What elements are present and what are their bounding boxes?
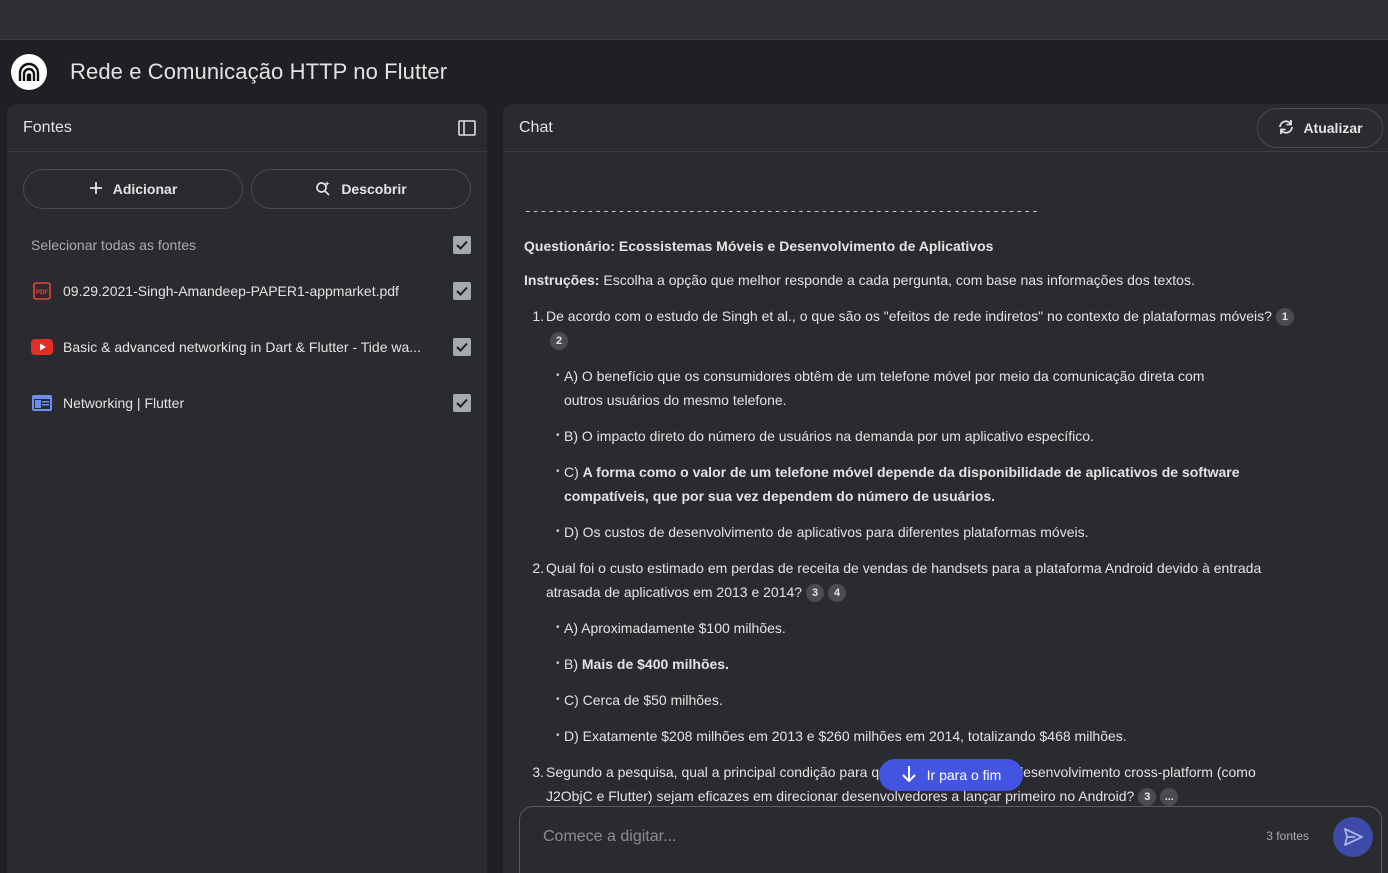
option-item: • B) Mais de $400 milhões. xyxy=(556,656,729,672)
option-text: A) O benefício que os consumidores obtêm… xyxy=(564,368,1205,408)
option-item: • B) O impacto direto do número de usuári… xyxy=(524,424,1304,448)
send-button[interactable] xyxy=(1333,817,1373,857)
option-item: • D) Exatamente $208 milhões em 2013 e $2… xyxy=(524,724,1304,748)
scroll-to-bottom-button[interactable]: Ir para o fim xyxy=(879,759,1023,791)
instructions-text: Escolha a opção que melhor responde a ca… xyxy=(599,272,1195,288)
add-source-button[interactable]: Adicionar xyxy=(23,169,243,209)
source-item[interactable]: Basic & advanced networking in Dart & Fl… xyxy=(31,338,471,356)
option-text: A) Aproximadamente $100 milhões. xyxy=(564,620,786,636)
citation-badge[interactable]: 4 xyxy=(828,584,847,603)
app-header: Rede e Comunicação HTTP no Flutter xyxy=(0,40,1388,104)
browser-top-strip xyxy=(0,0,1388,40)
select-all-checkbox[interactable] xyxy=(453,236,471,254)
chat-input-box[interactable]: Comece a digitar... 3 fontes xyxy=(519,806,1382,873)
add-source-label: Adicionar xyxy=(112,181,178,197)
source-checkbox[interactable] xyxy=(453,338,471,356)
instructions: Instruções: Escolha a opção que melhor r… xyxy=(524,268,1304,292)
question-item: 2. Qual foi o custo estimado em perdas d… xyxy=(524,556,1304,604)
scroll-to-bottom-label: Ir para o fim xyxy=(926,767,1002,783)
plus-icon xyxy=(89,181,103,198)
collapse-panel-icon[interactable] xyxy=(457,118,477,138)
discover-search-icon xyxy=(315,180,331,199)
option-item: • D) Os custos de desenvolvimento de apli… xyxy=(524,520,1304,544)
option-text: B) O impacto direto do número de usuário… xyxy=(564,428,1094,444)
separator-line: ----------------------------------------… xyxy=(524,204,1039,219)
citation-badge[interactable]: 2 xyxy=(550,332,568,351)
citation-badge[interactable]: 3 xyxy=(806,584,825,603)
sources-panel: Fontes Adicionar Descobrir Selecionar to… xyxy=(7,104,487,873)
option-text: D) Exatamente $208 milhões em 2013 e $26… xyxy=(564,728,1127,744)
citation-badge[interactable]: 1 xyxy=(1275,308,1294,327)
page-title: Rede e Comunicação HTTP no Flutter xyxy=(70,59,448,84)
question-item: 1. De acordo com o estudo de Singh et al… xyxy=(524,304,1304,352)
source-checkbox[interactable] xyxy=(453,282,471,300)
citation-more-badge[interactable]: ... xyxy=(1160,788,1179,807)
notebook-logo-icon[interactable] xyxy=(11,54,47,90)
source-item-label: Networking | Flutter xyxy=(63,395,185,411)
question-text: De acordo com o estudo de Singh et al., … xyxy=(546,308,1272,324)
refresh-label: Atualizar xyxy=(1303,120,1363,136)
option-text-correct: A forma como o valor de um telefone móve… xyxy=(564,464,1240,504)
source-item[interactable]: Networking | Flutter xyxy=(31,394,471,412)
instructions-label: Instruções: xyxy=(524,272,600,288)
sources-header: Fontes xyxy=(7,104,487,152)
web-icon xyxy=(31,394,53,412)
source-item-label: Basic & advanced networking in Dart & Fl… xyxy=(63,339,421,355)
sources-title: Fontes xyxy=(23,118,72,136)
source-checkbox[interactable] xyxy=(453,394,471,412)
option-item: • C) A forma como o valor de um telefone … xyxy=(556,464,1240,504)
source-item-label: 09.29.2021-Singh-Amandeep-PAPER1-appmark… xyxy=(63,283,399,299)
svg-text:PDF: PDF xyxy=(36,290,48,296)
chat-title: Chat xyxy=(519,118,553,136)
option-text: C) Cerca de $50 milhões. xyxy=(564,692,723,708)
option-item: • A) O benefício que os consumidores obtê… xyxy=(524,364,1304,412)
option-text: D) Os custos de desenvolvimento de aplic… xyxy=(564,524,1089,540)
chat-message: ----------------------------------------… xyxy=(524,200,1304,808)
arrow-down-icon xyxy=(901,765,917,786)
refresh-button[interactable]: Atualizar xyxy=(1257,108,1383,148)
select-all-label: Selecionar todas as fontes xyxy=(31,237,196,253)
question-number: 3. xyxy=(532,764,544,780)
youtube-icon xyxy=(31,338,53,356)
option-prefix: B) xyxy=(564,656,582,672)
option-text-correct: Mais de $400 milhões. xyxy=(581,656,729,672)
select-all-row[interactable]: Selecionar todas as fontes xyxy=(31,236,471,254)
discover-button[interactable]: Descobrir xyxy=(251,169,471,209)
chat-input-placeholder[interactable]: Comece a digitar... xyxy=(543,828,676,846)
source-count: 3 fontes xyxy=(1266,829,1309,843)
discover-label: Descobrir xyxy=(341,181,407,197)
question-number: 1. xyxy=(532,308,544,324)
question-number: 2. xyxy=(532,560,544,576)
send-icon xyxy=(1344,828,1363,846)
quiz-title: Questionário: Ecossistemas Móveis e Dese… xyxy=(524,238,994,254)
citation-badge[interactable]: 3 xyxy=(1138,788,1157,807)
chat-header: Chat Atualizar xyxy=(503,104,1388,152)
pdf-icon: PDF xyxy=(31,282,53,300)
option-item: • C) Cerca de $50 milhões. xyxy=(524,688,1304,712)
source-item[interactable]: PDF 09.29.2021-Singh-Amandeep-PAPER1-app… xyxy=(31,282,471,300)
option-item: • A) Aproximadamente $100 milhões. xyxy=(524,616,1304,640)
option-prefix: C) xyxy=(564,464,583,480)
refresh-icon xyxy=(1277,119,1295,138)
question-text: Qual foi o custo estimado em perdas de r… xyxy=(546,560,1262,600)
chat-panel: Chat Atualizar -------------------------… xyxy=(503,104,1388,873)
